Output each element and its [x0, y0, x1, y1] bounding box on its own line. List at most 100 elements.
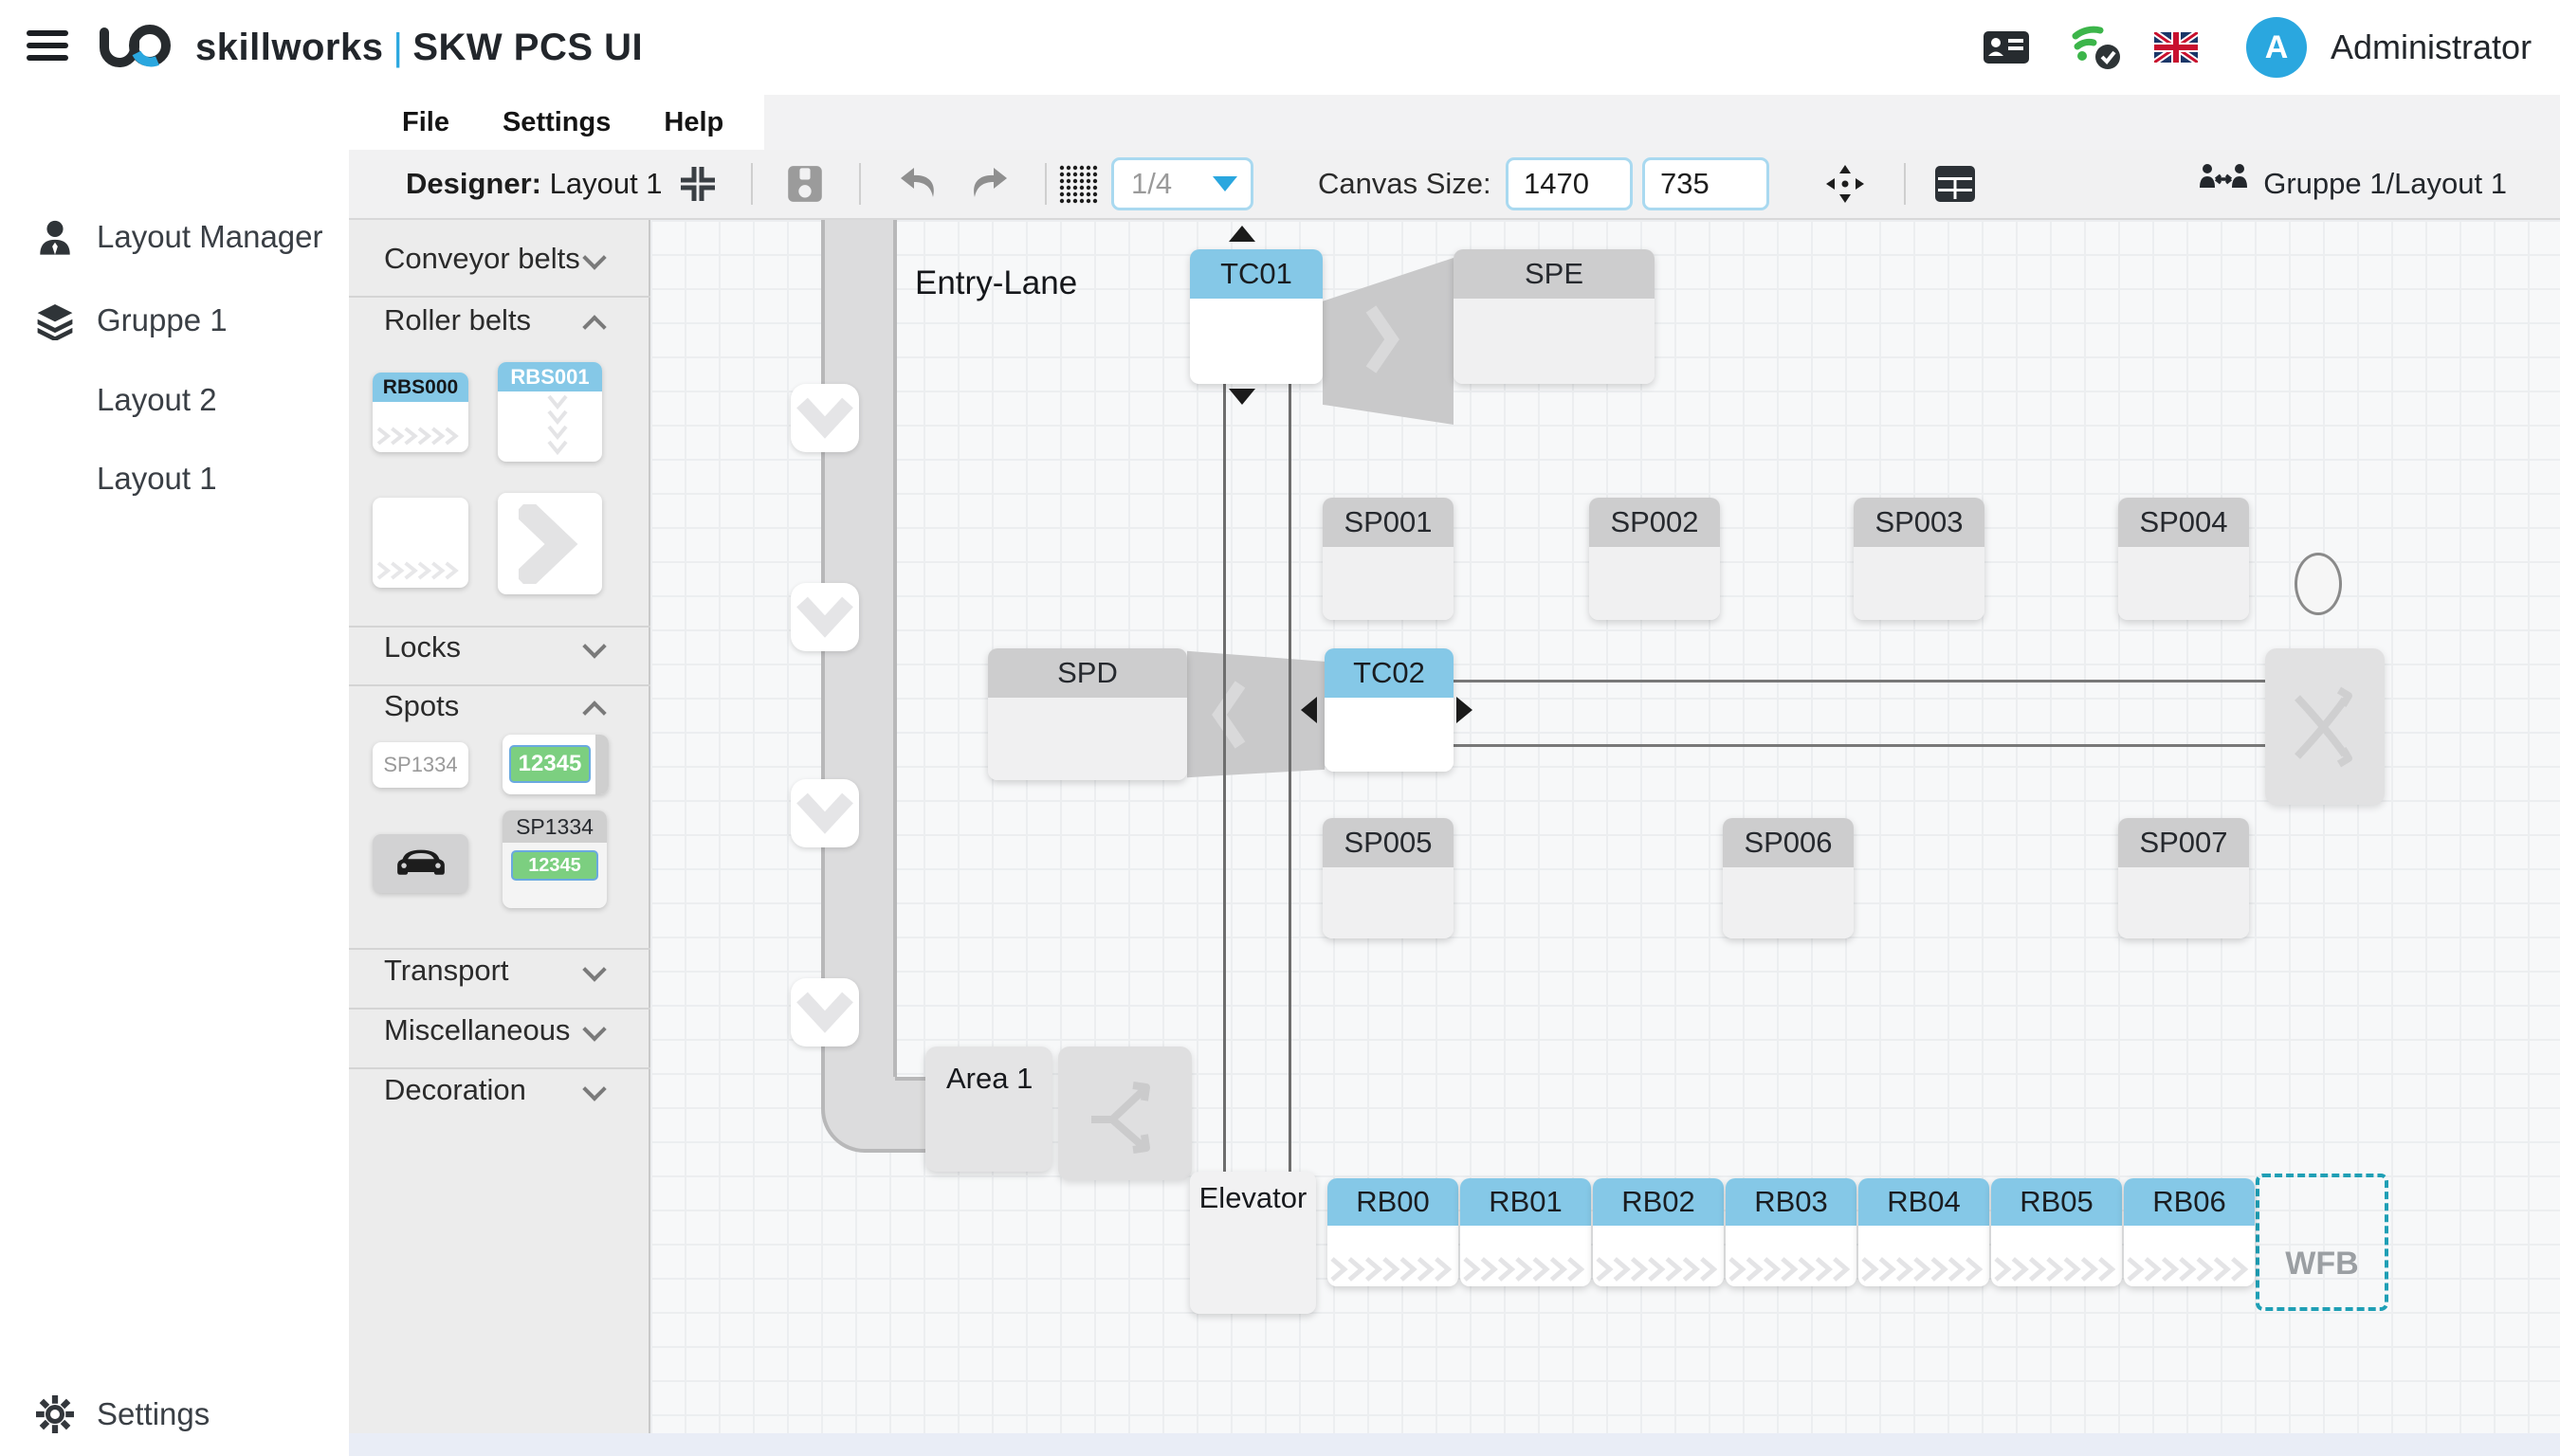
elevator-node[interactable]: Elevator — [1190, 1172, 1316, 1314]
menu-group: File Settings Help — [349, 95, 764, 150]
toolbar-divider — [1904, 163, 1906, 205]
rb04-node[interactable]: RB04 — [1858, 1178, 1989, 1286]
sidebar-item-label: Layout 1 — [97, 461, 217, 497]
group-layout-path: Gruppe 1/Layout 1 — [2263, 167, 2507, 201]
people-swap-icon — [2199, 163, 2248, 206]
circle-node[interactable] — [2295, 553, 2342, 615]
palette-tile-arrow-belt[interactable] — [498, 493, 602, 594]
palette-section-locks[interactable]: Locks — [349, 630, 650, 678]
menu-help[interactable]: Help — [664, 107, 723, 138]
uk-flag-icon[interactable] — [2154, 32, 2198, 67]
table-view-icon[interactable] — [1934, 150, 1976, 218]
node-label: SP003 — [1854, 498, 1984, 547]
current-group-indicator: Gruppe 1/Layout 1 — [2199, 150, 2507, 218]
tc01-node[interactable]: TC01 — [1190, 249, 1323, 384]
spe-node[interactable]: SPE — [1454, 249, 1655, 384]
split-transfer-node[interactable] — [1058, 1046, 1192, 1180]
palette-tile-plain-belt[interactable] — [373, 498, 468, 588]
palette-tile-vehicle-spot[interactable] — [373, 834, 468, 893]
user-avatar[interactable]: A — [2246, 17, 2307, 78]
canvas-height-input[interactable] — [1642, 157, 1769, 210]
menu-file[interactable]: File — [402, 107, 449, 138]
node-body — [1723, 867, 1854, 938]
spd-node[interactable]: SPD — [988, 648, 1187, 780]
palette-section-roller-belts[interactable]: Roller belts — [349, 303, 650, 351]
username-label[interactable]: Administrator — [2331, 0, 2532, 95]
node-body — [1991, 1226, 2122, 1286]
conveyor-lane-corner — [821, 1077, 897, 1153]
wfb-placeholder-node[interactable]: WFB — [2256, 1174, 2388, 1311]
zoom-level-select[interactable]: 1/4 — [1111, 157, 1253, 210]
palette-section-spots[interactable]: Spots — [349, 689, 650, 737]
sp001-node[interactable]: SP001 — [1323, 498, 1454, 620]
tile-label: RBS001 — [498, 362, 602, 391]
section-label: Transport — [384, 954, 509, 988]
canvas-width-input[interactable] — [1506, 157, 1633, 210]
palette-section-transport[interactable]: Transport — [349, 954, 650, 1001]
crossing-transfer-node[interactable] — [2265, 648, 2385, 805]
palette-section-decoration[interactable]: Decoration — [349, 1073, 650, 1120]
chevron-down-icon — [582, 1017, 606, 1041]
sp002-node[interactable]: SP002 — [1589, 498, 1720, 620]
sp006-node[interactable]: SP006 — [1723, 818, 1854, 938]
wifi-connected-icon[interactable] — [2072, 23, 2125, 77]
sidebar-item-settings[interactable]: Settings — [0, 1384, 349, 1445]
app-name: SKW PCS UI — [412, 27, 643, 68]
palette-tile-rbs000[interactable]: RBS000 — [373, 373, 468, 452]
palette-section-conveyor-belts[interactable]: Conveyor belts — [349, 242, 650, 289]
rb00-node[interactable]: RB00 — [1327, 1178, 1458, 1286]
link-line-vertical — [1289, 384, 1291, 1172]
grid-toggle-icon[interactable] — [1058, 150, 1098, 218]
palette-tile-rbs001[interactable]: RBS001 — [498, 362, 602, 462]
pan-move-icon[interactable] — [1824, 150, 1866, 218]
link-line-horizontal — [1454, 744, 2265, 747]
rb05-node[interactable]: RB05 — [1991, 1178, 2122, 1286]
palette-tile-spot-pill[interactable]: 12345 — [503, 735, 609, 794]
rb02-node[interactable]: RB02 — [1593, 1178, 1724, 1286]
sp004-node[interactable]: SP004 — [2118, 498, 2249, 620]
sidebar-item-label: Gruppe 1 — [97, 302, 228, 338]
designer-canvas[interactable]: Entry-Lane Area 1 Elevator WFB TC01SPESP… — [650, 220, 2560, 1433]
node-label: SPE — [1454, 249, 1655, 299]
chevron-down-icon — [582, 634, 606, 658]
redo-icon[interactable] — [967, 150, 1009, 218]
canvas-horizontal-scrollbar[interactable] — [349, 1433, 2560, 1456]
big-chevron-icon — [519, 504, 581, 589]
palette-tile-spot[interactable]: SP1334 — [373, 742, 468, 788]
menu-settings[interactable]: Settings — [503, 107, 611, 138]
flow-chevron-right-icon — [1363, 298, 1401, 381]
rb01-node[interactable]: RB01 — [1460, 1178, 1591, 1286]
sidebar-item-layout-2[interactable]: Layout 2 — [0, 370, 349, 430]
top-bar: skillworks|SKW PCS UI — [0, 0, 2560, 95]
belt-direction-chevrons — [1728, 1257, 1855, 1286]
node-label: SP002 — [1589, 498, 1720, 547]
palette-divider — [349, 1067, 650, 1069]
belt-direction-chevrons — [1860, 1257, 1987, 1286]
area-node[interactable]: Area 1 — [925, 1046, 1052, 1172]
sp005-node[interactable]: SP005 — [1323, 818, 1454, 938]
belt-direction-chevrons — [1595, 1257, 1722, 1286]
rb03-node[interactable]: RB03 — [1726, 1178, 1856, 1286]
tc02-node[interactable]: TC02 — [1325, 648, 1454, 772]
zoom-level-value: 1/4 — [1131, 167, 1213, 201]
sidebar-item-layout-1[interactable]: Layout 1 — [0, 448, 349, 509]
sidebar-item-gruppe-1[interactable]: Gruppe 1 — [0, 290, 349, 351]
save-icon[interactable] — [787, 150, 823, 218]
undo-icon[interactable] — [899, 150, 941, 218]
rb06-node[interactable]: RB06 — [2124, 1178, 2255, 1286]
palette-divider — [349, 948, 650, 950]
hamburger-menu-icon[interactable] — [27, 30, 68, 64]
sidebar-item-layout-manager[interactable]: Layout Manager — [0, 207, 349, 267]
palette-tile-spot-full[interactable]: SP1334 12345 — [503, 810, 607, 908]
node-label: SP007 — [2118, 818, 2249, 867]
menu-bar: File Settings Help — [349, 95, 2560, 150]
split-arrow-icon — [1080, 1066, 1171, 1161]
tile-label: RBS000 — [373, 373, 468, 402]
palette-divider — [349, 684, 650, 686]
fit-to-screen-icon[interactable] — [679, 150, 717, 218]
sp007-node[interactable]: SP007 — [2118, 818, 2249, 938]
sp003-node[interactable]: SP003 — [1854, 498, 1984, 620]
palette-section-miscellaneous[interactable]: Miscellaneous — [349, 1013, 650, 1061]
id-card-icon[interactable] — [1983, 28, 2030, 71]
node-label: SP006 — [1723, 818, 1854, 867]
